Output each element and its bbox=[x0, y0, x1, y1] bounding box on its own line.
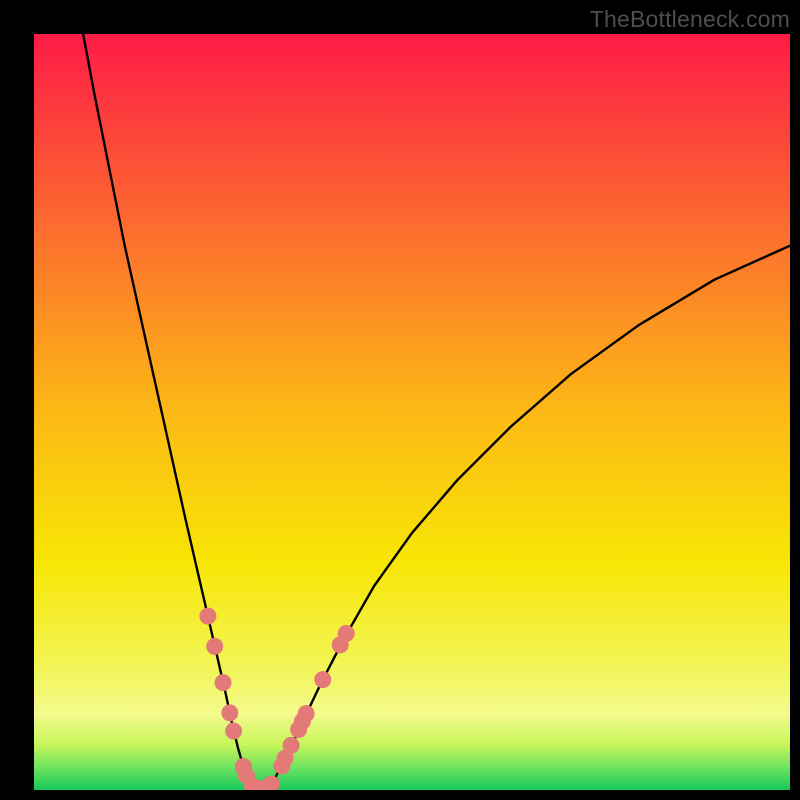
plot-area bbox=[34, 34, 790, 790]
bottleneck-chart bbox=[34, 34, 790, 790]
chart-frame: TheBottleneck.com bbox=[0, 0, 800, 800]
watermark-text: TheBottleneck.com bbox=[590, 6, 790, 33]
